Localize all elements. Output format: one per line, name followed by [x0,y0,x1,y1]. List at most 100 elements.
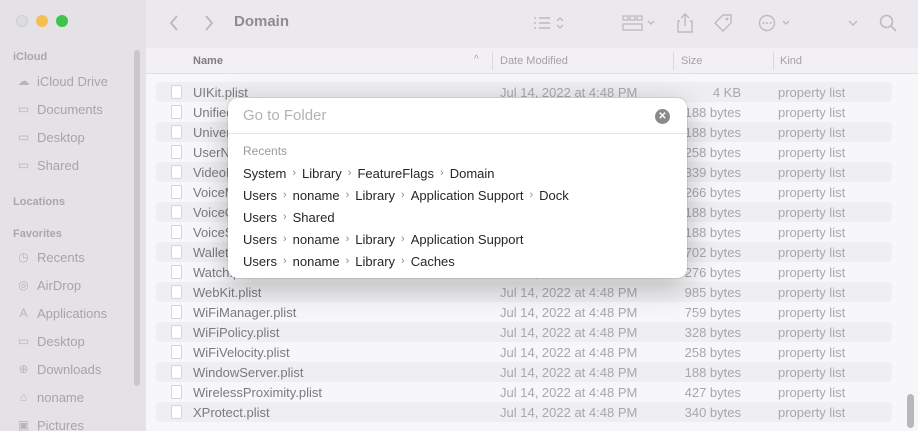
file-size: 328 bytes [684,325,741,340]
file-icon [171,265,182,279]
back-button[interactable] [166,12,182,34]
list-scrollbar[interactable] [907,394,914,428]
minimize-window-button[interactable] [36,15,48,27]
table-row[interactable]: WiFiManager.plist Jul 14, 2022 at 4:48 PM… [156,302,892,322]
file-size: 276 bytes [684,265,741,280]
recent-path-item[interactable]: Users › noname › Library › Application Support… [243,185,569,205]
forward-button[interactable] [201,12,217,34]
clear-button[interactable]: ✕ [655,109,670,124]
table-row[interactable]: WiFiPolicy.plist Jul 14, 2022 at 4:48 PM 3… [156,322,892,342]
path-separator-icon: › [345,189,350,201]
close-icon: ✕ [658,111,667,122]
expand-toolbar-button[interactable] [844,12,862,34]
file-kind: property list [778,365,846,380]
path-component: Users [243,209,277,225]
group-by-button[interactable] [620,12,660,34]
sidebar-item-recents[interactable]: ◷ Recents [16,247,85,267]
file-size: 258 bytes [684,345,741,360]
sidebar-item-desktop[interactable]: ▭ Desktop [16,331,85,351]
table-row[interactable]: WirelessProximity.plist Jul 14, 2022 at 4… [156,382,892,402]
table-row-partial[interactable] [156,74,892,76]
list-view-button[interactable] [530,12,570,34]
column-divider[interactable] [492,52,493,70]
tags-button[interactable] [712,12,734,34]
home-icon: ⌂ [19,390,28,404]
download-icon: ⊕ [18,362,29,376]
recent-path-item[interactable]: Users › noname › Library › Application Support [243,229,523,249]
clock-icon: ◷ [18,250,29,264]
zoom-window-button[interactable] [56,15,68,27]
table-row[interactable]: WiFiVelocity.plist Jul 14, 2022 at 4:48 P… [156,342,892,362]
column-header-date[interactable]: Date Modified [500,55,568,67]
file-icon [171,105,182,119]
sidebar-item-shared[interactable]: ▭ Shared [16,155,79,175]
recent-path-item[interactable]: Users › noname › Library › Caches [243,251,455,271]
search-icon [879,14,897,32]
sidebar-item-noname[interactable]: ⌂ noname [16,387,84,407]
column-header-name[interactable]: Name [193,55,223,67]
path-component: Application Support [410,187,524,203]
applications-icon: A [19,306,28,320]
go-to-folder-dialog: ✕ Recents System›Library›FeatureFlags›Do… [228,98,687,278]
path-component: Library [302,165,342,181]
table-row[interactable]: XProtect.plist Jul 14, 2022 at 4:48 PM 340… [156,402,892,422]
sidebar-scrollbar[interactable] [134,50,140,386]
path-separator-icon: › [347,167,352,179]
chevron-left-icon [169,15,178,31]
file-size: 188 bytes [684,125,741,140]
path-separator-icon: › [401,233,405,245]
sidebar-item-airdrop[interactable]: ◎ AirDrop [16,275,81,295]
table-row[interactable]: WebKit.plist Jul 14, 2022 at 4:48 PM 985 b… [156,282,892,302]
file-kind: property list [778,345,846,360]
column-header-size[interactable]: Size [681,55,702,67]
path-separator-icon: › [529,189,534,201]
file-kind: property list [778,85,846,100]
sidebar-item-label: Desktop [37,333,85,349]
column-divider[interactable] [773,52,774,70]
document-icon: ▭ [17,102,30,116]
file-size: 702 bytes [684,245,741,260]
ellipsis-circle-icon [758,14,790,32]
toolbar: Domain [146,0,918,48]
sidebar-item-label: Recents [37,249,85,265]
sidebar-item-downloads[interactable]: ⊕ Downloads [16,359,101,379]
close-window-button[interactable] [16,15,28,27]
file-icon [171,85,182,99]
column-divider[interactable] [673,52,674,70]
column-header-kind[interactable]: Kind [780,55,802,67]
path-input[interactable] [243,107,643,124]
file-kind: property list [778,285,846,300]
more-actions-button[interactable] [756,12,796,34]
path-component: Shared [292,209,335,225]
recent-path-item[interactable]: System › Library › FeatureFlags › Domain [243,163,495,183]
table-row[interactable]: WindowServer.plist Jul 14, 2022 at 4:48 P… [156,362,892,382]
sidebar-item-pictures[interactable]: ▣ Pictures [16,415,84,431]
file-icon [171,325,182,339]
sidebar-item-label: AirDrop [37,277,82,293]
column-header-bar: Name ^ Date Modified Size Kind [146,48,918,74]
path-separator-icon: › [401,255,405,267]
cloud-icon: ☁ [17,74,30,88]
file-name: XProtect.plist [193,405,270,420]
path-separator-icon: › [282,255,287,267]
share-button[interactable] [676,12,694,34]
file-name: WiFiManager.plist [193,305,297,320]
sidebar-item-applications[interactable]: A Applications [16,303,107,323]
file-icon [171,305,182,319]
sidebar-item-desktop-icloud[interactable]: ▭ Desktop [16,127,85,147]
sidebar-item-documents[interactable]: ▭ Documents [16,99,103,119]
path-input-container: ✕ [228,98,687,134]
path-component: System [243,165,287,181]
file-size: 188 bytes [684,105,741,120]
sidebar-item-label: Shared [37,157,79,173]
file-size: 985 bytes [684,285,741,300]
file-icon [171,345,182,359]
path-separator-icon: › [292,167,297,179]
recent-path-item[interactable]: Users › Shared [243,207,335,227]
file-icon [171,225,182,239]
file-kind: property list [778,125,846,140]
file-size: 188 bytes [684,205,741,220]
chevron-right-icon [205,15,214,31]
search-button[interactable] [878,12,898,34]
sidebar-item-icloud-drive[interactable]: ☁ iCloud Drive [16,71,108,91]
